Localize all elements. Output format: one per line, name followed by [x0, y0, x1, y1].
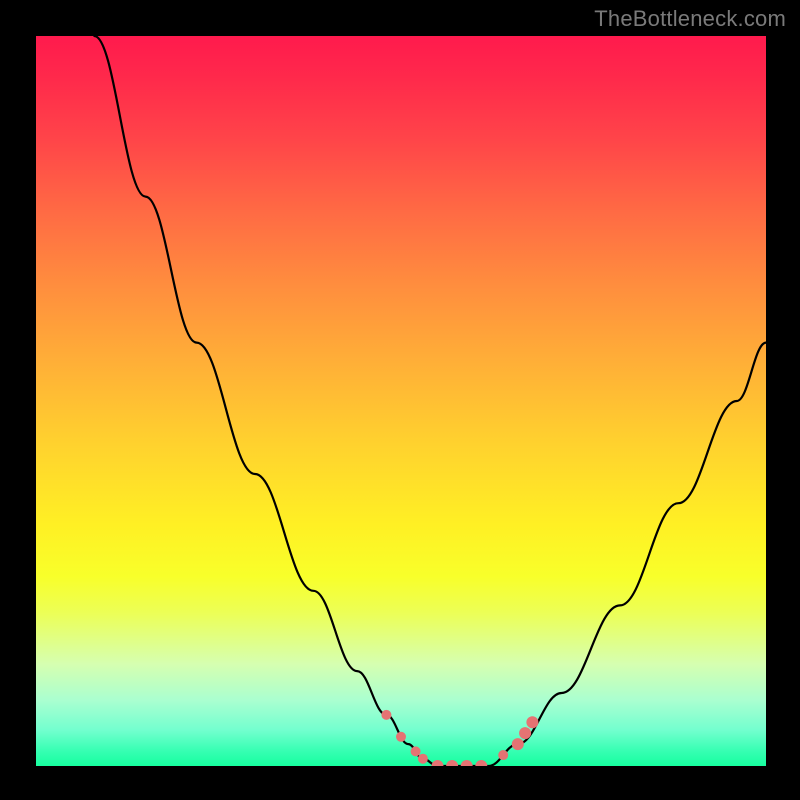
chart-frame: TheBottleneck.com: [0, 0, 800, 800]
watermark-text: TheBottleneck.com: [594, 6, 786, 32]
chart-gradient-background: [36, 36, 766, 766]
